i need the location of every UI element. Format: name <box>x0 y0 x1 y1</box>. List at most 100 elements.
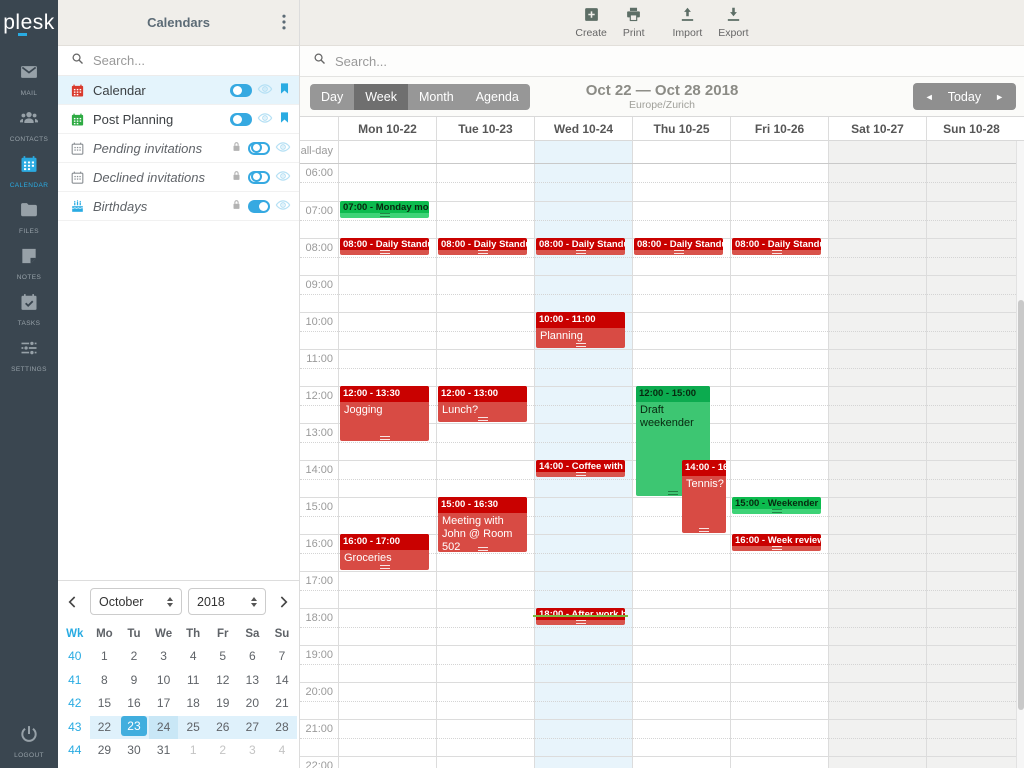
minical-day[interactable]: 21 <box>267 692 297 716</box>
minical-day[interactable]: 22 <box>90 716 120 740</box>
calendar-list-item[interactable]: Calendar <box>58 76 299 105</box>
minical-day[interactable]: 2 <box>208 739 238 763</box>
event-resize-handle[interactable] <box>478 250 488 254</box>
minical-day[interactable]: 23 <box>119 716 149 740</box>
bookmark-icon[interactable] <box>278 82 291 98</box>
minical-day[interactable]: 13 <box>238 669 268 693</box>
visibility-toggle[interactable] <box>230 84 252 97</box>
minical-day[interactable]: 1 <box>178 739 208 763</box>
sidebar-item-settings[interactable]: SETTINGS <box>0 332 58 378</box>
tab-month[interactable]: Month <box>408 84 465 110</box>
sidebar-item-calendar[interactable]: CALENDAR <box>0 148 58 194</box>
calendar-event[interactable]: 16:00 - Week review <box>732 534 821 551</box>
event-resize-handle[interactable] <box>478 417 488 421</box>
sidebar-item-notes[interactable]: NOTES <box>0 240 58 286</box>
day-column-header[interactable]: Thu 10-25 <box>632 117 730 141</box>
eye-icon[interactable] <box>257 110 273 129</box>
day-column-header[interactable]: Sun 10-28 <box>926 117 1016 141</box>
minical-day[interactable]: 27 <box>238 716 268 740</box>
today-button[interactable]: ◄ Today ► <box>913 83 1016 110</box>
event-resize-handle[interactable] <box>668 491 678 495</box>
calendar-list-item[interactable]: Birthdays <box>58 192 299 221</box>
import-button[interactable]: Import <box>672 6 702 39</box>
plesk-logo[interactable]: plesk <box>0 0 58 46</box>
all-day-cell[interactable] <box>730 141 828 163</box>
calendar-event[interactable]: 15:00 - Weekender <box>732 497 821 514</box>
day-column-header[interactable]: Wed 10-24 <box>534 117 632 141</box>
minical-day[interactable]: 25 <box>178 716 208 740</box>
event-resize-handle[interactable] <box>380 250 390 254</box>
minical-day[interactable]: 6 <box>238 645 268 669</box>
calendar-event[interactable]: 16:00 - 17:00Groceries <box>340 534 429 570</box>
minical-day[interactable]: 31 <box>149 739 179 763</box>
minical-day[interactable]: 18 <box>178 692 208 716</box>
calendar-event[interactable]: 12:00 - 13:30Jogging <box>340 386 429 441</box>
visibility-toggle[interactable] <box>248 200 270 213</box>
event-resize-handle[interactable] <box>380 213 390 217</box>
event-resize-handle[interactable] <box>772 509 782 513</box>
create-button[interactable]: Create <box>575 6 607 39</box>
minical-day[interactable]: 5 <box>208 645 238 669</box>
print-button[interactable]: Print <box>623 6 645 39</box>
year-select[interactable]: 2018 <box>188 588 266 615</box>
day-column-header[interactable]: Mon 10-22 <box>338 117 436 141</box>
calendar-event[interactable]: 08:00 - Daily Standup <box>536 238 625 255</box>
event-resize-handle[interactable] <box>699 528 709 532</box>
event-resize-handle[interactable] <box>772 546 782 550</box>
calendar-event[interactable]: 08:00 - Daily Standup <box>340 238 429 255</box>
event-resize-handle[interactable] <box>380 436 390 440</box>
minical-day[interactable]: 16 <box>119 692 149 716</box>
calendar-event[interactable]: 08:00 - Daily Standup <box>438 238 527 255</box>
calendar-event[interactable]: 14:00 - Coffee with Ann <box>536 460 625 477</box>
minical-day[interactable]: 3 <box>149 645 179 669</box>
minical-day[interactable]: 29 <box>90 739 120 763</box>
event-resize-handle[interactable] <box>772 250 782 254</box>
all-day-cell[interactable] <box>436 141 534 163</box>
sidebar-item-mail[interactable]: MAIL <box>0 56 58 102</box>
minical-day[interactable]: 11 <box>178 669 208 693</box>
minical-day[interactable]: 12 <box>208 669 238 693</box>
week-grid[interactable]: 06:0007:0008:0009:0010:0011:0012:0013:00… <box>300 164 1024 768</box>
minical-day[interactable]: 26 <box>208 716 238 740</box>
calendar-event[interactable]: 12:00 - 13:00Lunch? <box>438 386 527 422</box>
all-day-cell[interactable] <box>828 141 926 163</box>
minical-day[interactable]: 2 <box>119 645 149 669</box>
day-column-header[interactable]: Tue 10-23 <box>436 117 534 141</box>
calendar-event[interactable]: 07:00 - Monday morning <box>340 201 429 218</box>
calendar-event[interactable]: 18:00 - After work beer <box>536 608 625 625</box>
calendar-event[interactable]: 10:00 - 11:00Planning <box>536 312 625 348</box>
day-column-header[interactable]: Fri 10-26 <box>730 117 828 141</box>
event-resize-handle[interactable] <box>380 565 390 569</box>
calendar-list-item[interactable]: Declined invitations <box>58 163 299 192</box>
minical-day[interactable]: 20 <box>238 692 268 716</box>
minical-day[interactable]: 4 <box>178 645 208 669</box>
event-resize-handle[interactable] <box>576 620 586 624</box>
prev-week-icon[interactable]: ◄ <box>925 92 934 102</box>
eye-icon[interactable] <box>275 197 291 216</box>
scrollbar-thumb[interactable] <box>1018 300 1024 710</box>
eye-icon[interactable] <box>275 168 291 187</box>
bookmark-icon[interactable] <box>278 111 291 127</box>
eye-icon[interactable] <box>275 139 291 158</box>
calendar-event[interactable]: 14:00 - 16:00Tennis? <box>682 460 726 533</box>
minical-day[interactable]: 30 <box>119 739 149 763</box>
tab-week[interactable]: Week <box>354 84 408 110</box>
tab-agenda[interactable]: Agenda <box>465 84 530 110</box>
minical-day[interactable]: 1 <box>90 645 120 669</box>
minical-day[interactable]: 7 <box>267 645 297 669</box>
all-day-cell[interactable] <box>632 141 730 163</box>
next-week-icon[interactable]: ► <box>995 92 1004 102</box>
event-resize-handle[interactable] <box>576 343 586 347</box>
minical-day[interactable]: 14 <box>267 669 297 693</box>
event-resize-handle[interactable] <box>674 250 684 254</box>
minical-day[interactable]: 4 <box>267 739 297 763</box>
sidebar-item-files[interactable]: FILES <box>0 194 58 240</box>
sidebar-item-logout[interactable]: LOGOUT <box>0 718 58 764</box>
calendar-list-item[interactable]: Pending invitations <box>58 134 299 163</box>
month-select[interactable]: October <box>90 588 182 615</box>
all-day-cell[interactable] <box>926 141 1016 163</box>
event-search-input[interactable] <box>335 54 1024 69</box>
eye-icon[interactable] <box>257 81 273 100</box>
sidebar-item-contacts[interactable]: CONTACTS <box>0 102 58 148</box>
calendar-event[interactable]: 08:00 - Daily Standup <box>634 238 723 255</box>
